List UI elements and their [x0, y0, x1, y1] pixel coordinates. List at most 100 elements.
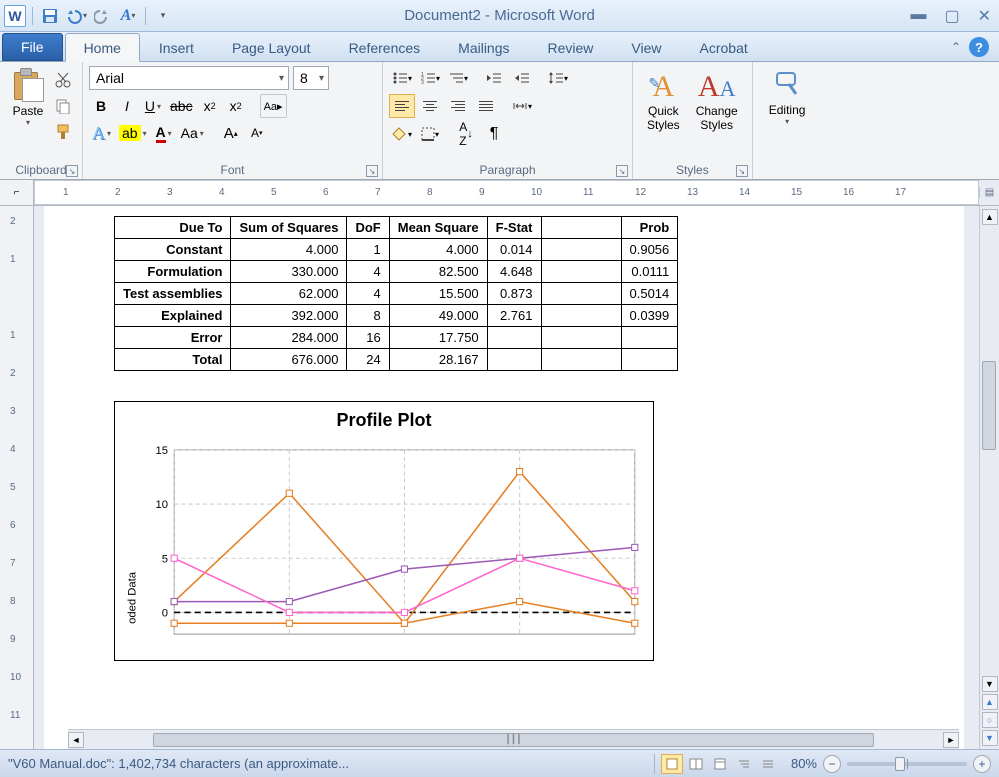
justify-button[interactable] — [473, 94, 499, 118]
find-icon — [774, 70, 800, 103]
numbering-button[interactable]: 123▾ — [417, 66, 443, 90]
zoom-controls: 80% − + — [791, 755, 991, 773]
document-area: 21123456789101112 Due ToSum of SquaresDo… — [0, 206, 999, 749]
browse-object-button[interactable]: ○ — [982, 712, 998, 728]
cut-button[interactable] — [52, 70, 74, 90]
borders-button[interactable]: ▾ — [417, 122, 443, 146]
font-dialog-launcher[interactable]: ↘ — [366, 165, 378, 177]
horizontal-ruler[interactable]: ⌐ 1234567891011121314151617 ▤ — [0, 180, 999, 206]
italic-button[interactable]: I — [115, 94, 139, 118]
font-name-value: Arial — [96, 70, 124, 86]
bullets-button[interactable]: ▾ — [389, 66, 415, 90]
horizontal-scrollbar[interactable]: ◄ ┃┃┃ ► — [68, 729, 959, 749]
zoom-thumb[interactable] — [895, 757, 905, 771]
qat-style-button[interactable]: A▾ — [117, 5, 139, 27]
quick-styles-button[interactable]: ✎A Quick Styles — [639, 66, 688, 161]
tab-view[interactable]: View — [612, 33, 680, 61]
tab-selector[interactable]: ⌐ — [0, 180, 34, 205]
character-spacing-button[interactable]: Aa▾ — [178, 121, 207, 145]
underline-button[interactable]: U▾ — [141, 94, 165, 118]
paste-button[interactable]: Paste ▾ — [6, 66, 50, 161]
svg-text:oded Data: oded Data — [126, 571, 138, 624]
zoom-in-button[interactable]: + — [973, 755, 991, 773]
change-case-button[interactable]: Aa▸ — [260, 94, 287, 118]
copy-button[interactable] — [52, 96, 74, 116]
vscroll-thumb[interactable] — [982, 361, 996, 451]
tab-acrobat[interactable]: Acrobat — [681, 33, 767, 61]
zoom-slider[interactable] — [847, 762, 967, 766]
font-color-button[interactable]: A▾ — [152, 121, 176, 145]
hscroll-right-button[interactable]: ► — [943, 732, 959, 748]
tab-home[interactable]: Home — [65, 33, 140, 62]
save-button[interactable] — [39, 5, 61, 27]
ruler-toggle-button[interactable]: ▤ — [979, 187, 999, 198]
align-center-button[interactable] — [417, 94, 443, 118]
web-layout-view-button[interactable] — [709, 754, 731, 774]
decrease-indent-button[interactable] — [481, 66, 507, 90]
qat-customize-dropdown[interactable]: ▾ — [152, 5, 174, 27]
line-spacing-button[interactable]: ▾ — [545, 66, 571, 90]
vertical-ruler[interactable]: 21123456789101112 — [0, 206, 34, 749]
file-tab[interactable]: File — [2, 33, 63, 61]
print-layout-view-button[interactable] — [661, 754, 683, 774]
highlight-button[interactable]: ab▾ — [116, 121, 150, 145]
undo-button[interactable]: ▾ — [65, 5, 87, 27]
change-styles-label: Change Styles — [696, 104, 738, 133]
vscroll-up-button[interactable]: ▲ — [982, 209, 998, 225]
maximize-button[interactable]: ▢ — [944, 6, 959, 26]
align-left-button[interactable] — [389, 94, 415, 118]
hscroll-left-button[interactable]: ◄ — [68, 732, 84, 748]
text-effects-button[interactable]: A▾ — [89, 121, 114, 145]
format-painter-button[interactable] — [52, 122, 74, 142]
vscroll-down-button[interactable]: ▼ — [982, 676, 998, 692]
next-page-button[interactable]: ▼ — [982, 730, 998, 746]
quick-access-toolbar: W ▾ A▾ ▾ — [0, 5, 174, 27]
full-screen-view-button[interactable] — [685, 754, 707, 774]
anova-table: Due ToSum of SquaresDoFMean SquareF-Stat… — [114, 216, 678, 371]
hscroll-thumb[interactable]: ┃┃┃ — [153, 733, 875, 747]
outline-view-button[interactable] — [733, 754, 755, 774]
change-styles-button[interactable]: AA Change Styles — [688, 66, 746, 161]
status-text[interactable]: "V60 Manual.doc": 1,402,734 characters (… — [8, 756, 648, 771]
shrink-font-button[interactable]: A▾ — [245, 121, 269, 145]
vertical-scrollbar[interactable]: ▲ ▼ ▲ ○ ▼ — [979, 206, 999, 749]
increase-indent-button[interactable] — [509, 66, 535, 90]
close-button[interactable]: ✕ — [978, 6, 991, 26]
shading-button[interactable]: ▾ — [389, 122, 415, 146]
show-hide-button[interactable]: ¶ — [481, 122, 507, 146]
app-icon[interactable]: W — [4, 5, 26, 27]
tab-page-layout[interactable]: Page Layout — [213, 33, 330, 61]
distributed-button[interactable]: ▾ — [509, 94, 535, 118]
styles-dialog-launcher[interactable]: ↘ — [736, 165, 748, 177]
tab-review[interactable]: Review — [529, 33, 613, 61]
redo-button[interactable] — [91, 5, 113, 27]
font-name-combo[interactable]: Arial — [89, 66, 289, 90]
zoom-level[interactable]: 80% — [791, 756, 817, 771]
group-font-label: Font — [89, 161, 376, 179]
bold-button[interactable]: B — [89, 94, 113, 118]
clipboard-icon — [12, 68, 44, 104]
clipboard-dialog-launcher[interactable]: ↘ — [66, 165, 78, 177]
paragraph-dialog-launcher[interactable]: ↘ — [616, 165, 628, 177]
tab-references[interactable]: References — [330, 33, 440, 61]
sort-button[interactable]: AZ↓ — [453, 122, 479, 146]
grow-font-button[interactable]: A▴ — [219, 121, 243, 145]
subscript-button[interactable]: x2 — [198, 94, 222, 118]
align-right-button[interactable] — [445, 94, 471, 118]
profile-plot-chart: Profile Plot 051015oded Data — [114, 401, 654, 661]
editing-button[interactable]: Editing ▾ — [759, 66, 816, 161]
tab-mailings[interactable]: Mailings — [439, 33, 528, 61]
minimize-ribbon-button[interactable]: ⌃ — [951, 40, 961, 54]
superscript-button[interactable]: x2 — [224, 94, 248, 118]
tab-insert[interactable]: Insert — [140, 33, 213, 61]
help-icon[interactable]: ? — [969, 37, 989, 57]
strikethrough-button[interactable]: abc — [167, 94, 196, 118]
prev-page-button[interactable]: ▲ — [982, 694, 998, 710]
document-viewport[interactable]: Due ToSum of SquaresDoFMean SquareF-Stat… — [34, 206, 979, 749]
draft-view-button[interactable] — [757, 754, 779, 774]
font-size-combo[interactable]: 8 — [293, 66, 329, 90]
zoom-out-button[interactable]: − — [823, 755, 841, 773]
minimize-button[interactable]: ▬ — [910, 6, 926, 26]
group-clipboard: Paste ▾ Clipboard ↘ — [0, 62, 83, 179]
multilevel-list-button[interactable]: ▾ — [445, 66, 471, 90]
